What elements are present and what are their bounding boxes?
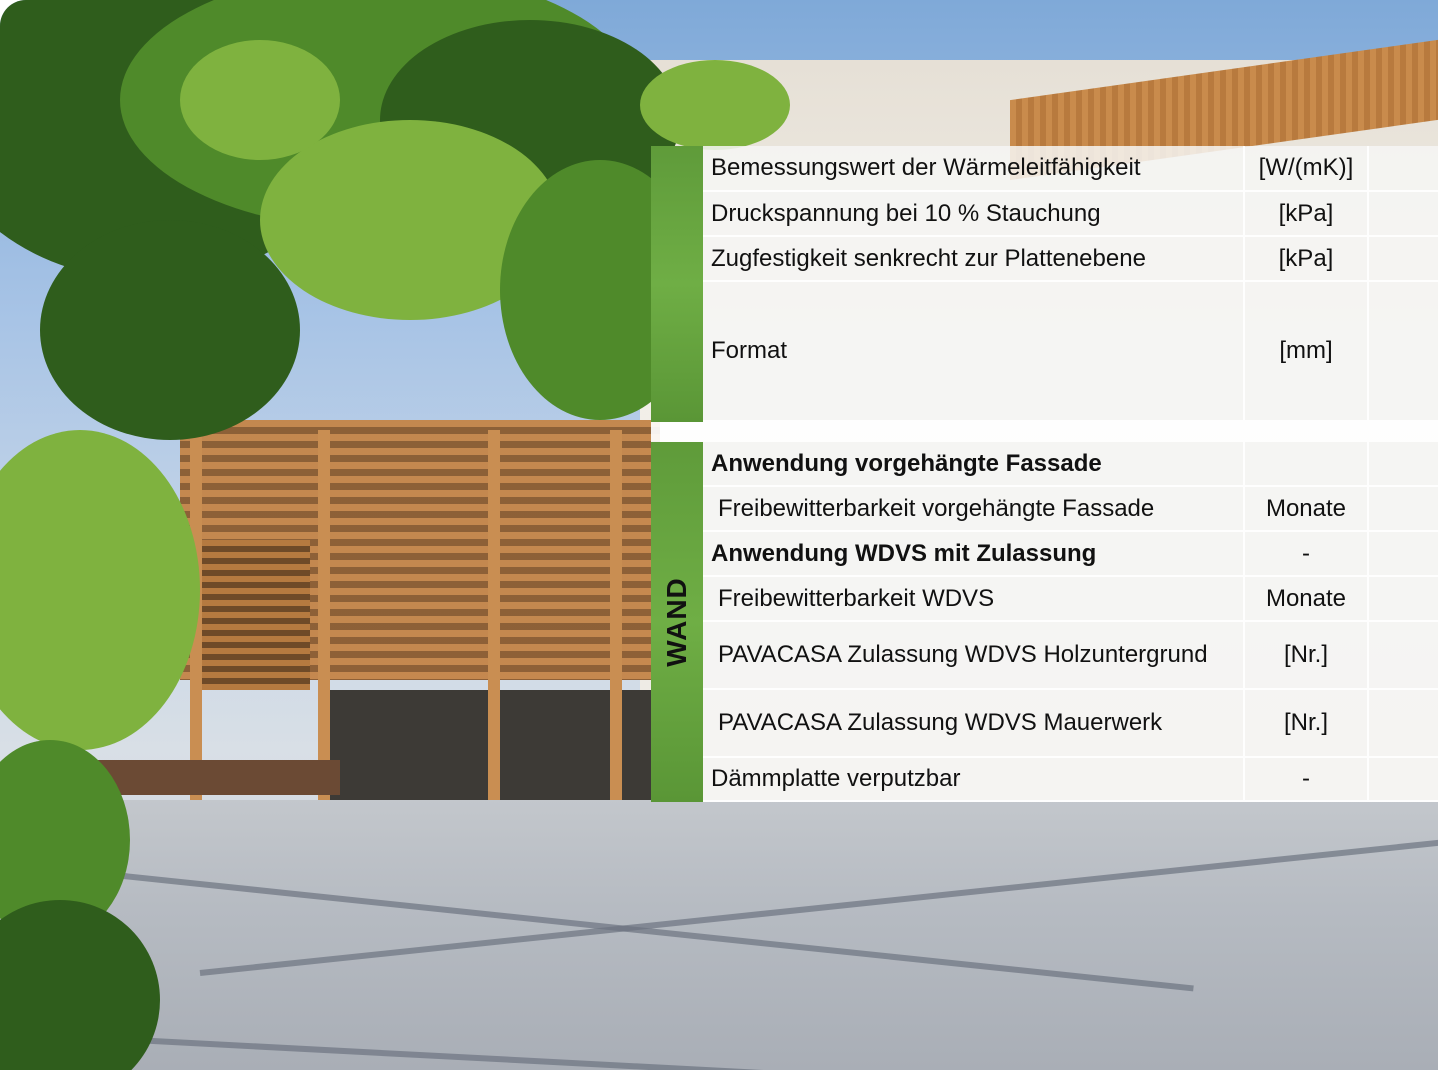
row-value-cell [1369,690,1438,756]
row-label: Dämmplatte verputzbar [703,758,1245,800]
row-unit: [kPa] [1245,192,1369,235]
wooden-louvre-side [190,540,310,690]
wooden-post [318,430,330,810]
table-row: PAVACASA Zulassung WDVS Mauerwerk [Nr.] [703,690,1438,758]
table-row: Druckspannung bei 10 % Stauchung [kPa] [703,192,1438,237]
wooden-post [610,430,622,810]
row-value-cell [1369,622,1438,688]
row-label: Anwendung WDVS mit Zulassung [703,532,1245,575]
tree-foliage [0,430,200,750]
row-value-cell [1369,237,1438,280]
row-unit: - [1245,758,1369,800]
wooden-post [488,430,500,810]
row-unit: [W/(mK)] [1245,146,1369,190]
paved-courtyard [0,800,1438,1070]
row-label: Anwendung vorgehängte Fassade [703,442,1245,485]
row-unit: Monate [1245,577,1369,620]
row-value-cell [1369,577,1438,620]
row-value-cell [1369,282,1438,420]
page: WAND Bemessungswert der Wärmeleitfähigke… [0,0,1438,1070]
row-unit: [mm] [1245,282,1369,420]
row-unit: [kPa] [1245,237,1369,280]
row-unit: [Nr.] [1245,690,1369,756]
paving-line [0,860,1194,992]
row-label: Bemessungswert der Wärmeleitfähigkeit [703,146,1245,190]
row-label: PAVACASA Zulassung WDVS Holzuntergrund [703,622,1245,688]
row-label: PAVACASA Zulassung WDVS Mauerwerk [703,690,1245,756]
row-value-cell [1369,146,1438,190]
row-value-cell [1369,532,1438,575]
table-row: Zugfestigkeit senkrecht zur Plattenebene… [703,237,1438,282]
row-label: Druckspannung bei 10 % Stauchung [703,192,1245,235]
wand-label: WAND [661,577,692,667]
table-row: Freibewitterbarkeit WDVS Monate [703,577,1438,622]
table-row: Anwendung WDVS mit Zulassung - [703,532,1438,577]
table-row: Format [mm] [703,282,1438,422]
row-unit: - [1245,532,1369,575]
section-bar-wand: WAND [651,442,703,802]
tree-foliage [640,60,790,150]
table-row: Dämmplatte verputzbar - [703,758,1438,802]
section-divider [651,422,1438,442]
section-bar-general [651,146,703,422]
row-value-cell [1369,758,1438,800]
row-value-cell [1369,192,1438,235]
row-unit: Monate [1245,487,1369,530]
row-label: Freibewitterbarkeit vorgehängte Fassade [703,487,1245,530]
row-label: Format [703,282,1245,420]
table-row: PAVACASA Zulassung WDVS Holzuntergrund [… [703,622,1438,690]
row-label: Freibewitterbarkeit WDVS [703,577,1245,620]
table-row: Freibewitterbarkeit vorgehängte Fassade … [703,487,1438,532]
row-unit [1245,442,1369,485]
tree-foliage [40,220,300,440]
tree-foliage [180,40,340,160]
row-unit: [Nr.] [1245,622,1369,688]
row-value-cell [1369,442,1438,485]
table-row: Bemessungswert der Wärmeleitfähigkeit [W… [703,146,1438,192]
row-label: Zugfestigkeit senkrecht zur Plattenebene [703,237,1245,280]
row-value-cell [1369,487,1438,530]
table-row: Anwendung vorgehängte Fassade [703,442,1438,487]
